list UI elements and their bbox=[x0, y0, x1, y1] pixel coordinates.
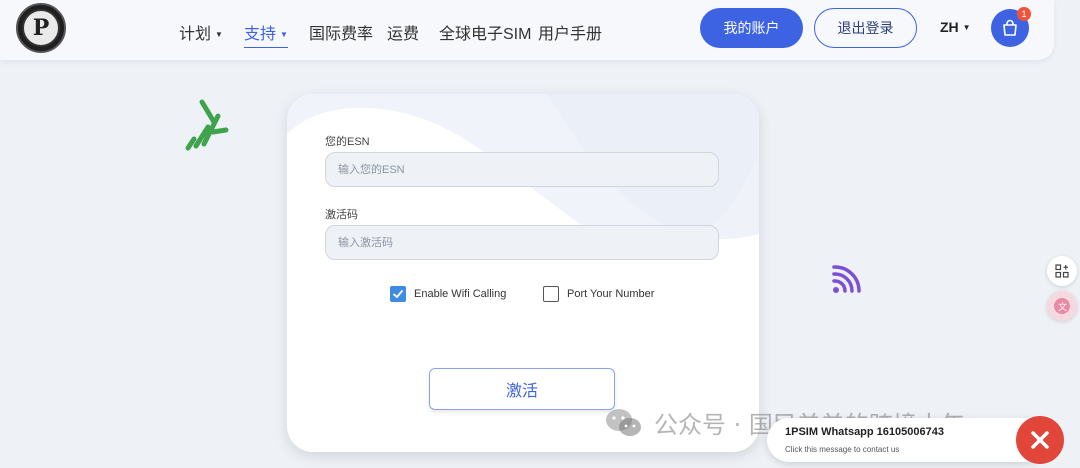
wifi-calling-label: Enable Wifi Calling bbox=[414, 288, 507, 300]
nav-item-label: 支持 bbox=[244, 26, 277, 43]
shopping-bag-icon bbox=[1003, 19, 1017, 36]
my-account-button[interactable]: 我的账户 bbox=[700, 8, 803, 48]
nav-item-international-rates[interactable]: 国际费率 bbox=[309, 20, 373, 44]
top-navigation-bar: P 计划 ▼ 支持 ▼ 国际费率 运费 全球电子SIM 用户手册 我的账户 退出登录… bbox=[0, 0, 1054, 60]
wifi-calling-option[interactable]: Enable Wifi Calling bbox=[390, 286, 506, 302]
translate-icon: 文 bbox=[1054, 298, 1070, 314]
signal-bars-icon bbox=[185, 99, 229, 151]
svg-text:文: 文 bbox=[1058, 301, 1067, 313]
wifi-calling-checkbox[interactable] bbox=[390, 286, 406, 302]
cart-count-badge: 1 bbox=[1017, 7, 1031, 21]
nav-item-shipping[interactable]: 运费 bbox=[387, 20, 419, 44]
whatsapp-title: 1PSIM Whatsapp 16105006743 bbox=[785, 426, 944, 438]
side-tool-apps[interactable] bbox=[1047, 256, 1077, 286]
activate-button[interactable]: 激活 bbox=[429, 368, 615, 410]
wifi-icon bbox=[832, 265, 861, 293]
chevron-down-icon: ▼ bbox=[280, 30, 288, 39]
decorative-wave bbox=[287, 94, 759, 253]
chevron-down-icon: ▼ bbox=[962, 23, 971, 32]
whatsapp-close-button[interactable] bbox=[1016, 416, 1064, 464]
activation-form-card: 您的ESN 激活码 Enable Wifi Calling Port Your … bbox=[287, 94, 759, 452]
site-logo[interactable]: P bbox=[16, 3, 66, 53]
activation-code-label: 激活码 bbox=[325, 209, 358, 221]
chevron-down-icon: ▼ bbox=[215, 30, 223, 39]
nav-item-user-manual[interactable]: 用户手册 bbox=[538, 20, 602, 44]
nav-item-plans[interactable]: 计划 ▼ bbox=[179, 20, 223, 44]
whatsapp-contact-popup[interactable]: 1PSIM Whatsapp 16105006743 Click this me… bbox=[767, 418, 1047, 462]
logo-letter: P bbox=[22, 9, 60, 47]
apps-add-icon bbox=[1055, 264, 1069, 278]
nav-item-label: 计划 bbox=[179, 26, 212, 43]
esn-input[interactable] bbox=[325, 152, 719, 187]
language-selector[interactable]: ZH ▼ bbox=[940, 19, 971, 35]
esn-label: 您的ESN bbox=[325, 136, 370, 148]
nav-item-support[interactable]: 支持 ▼ bbox=[244, 20, 288, 48]
activation-code-input[interactable] bbox=[325, 225, 719, 260]
whatsapp-subtitle: Click this message to contact us bbox=[785, 445, 900, 454]
close-icon bbox=[1031, 431, 1049, 449]
nav-item-label: 国际费率 bbox=[309, 26, 374, 43]
port-number-option[interactable]: Port Your Number bbox=[543, 286, 654, 302]
logout-button[interactable]: 退出登录 bbox=[814, 8, 917, 48]
port-number-label: Port Your Number bbox=[567, 288, 655, 300]
nav-item-global-esim[interactable]: 全球电子SIM bbox=[439, 20, 531, 44]
checkmark-icon bbox=[393, 290, 403, 298]
port-number-checkbox[interactable] bbox=[543, 286, 559, 302]
side-tool-translate[interactable]: 文 bbox=[1047, 291, 1077, 321]
language-label: ZH bbox=[940, 19, 959, 35]
nav-item-label: 全球电子SIM bbox=[439, 26, 532, 43]
nav-item-label: 用户手册 bbox=[538, 26, 603, 43]
wechat-icon bbox=[606, 408, 641, 436]
nav-item-label: 运费 bbox=[387, 26, 420, 43]
